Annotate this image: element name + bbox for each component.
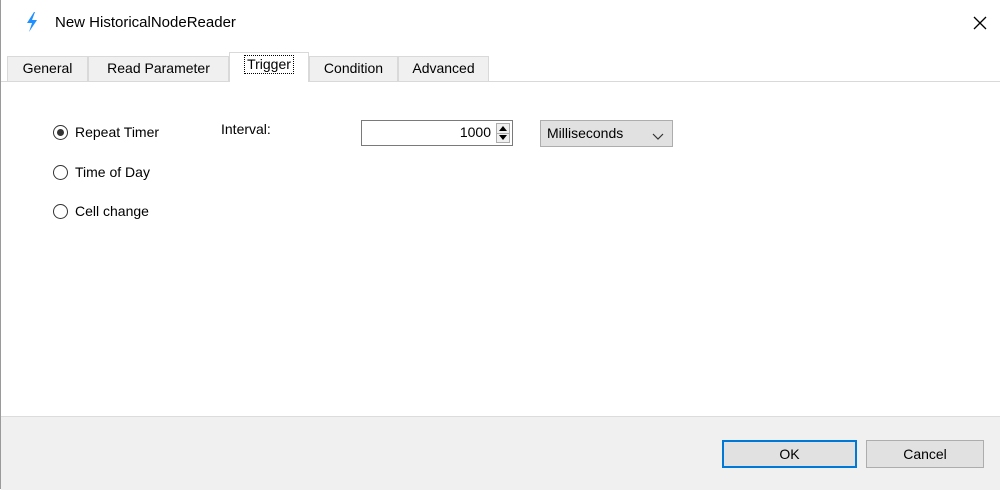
interval-label: Interval: bbox=[221, 121, 271, 137]
radio-button[interactable] bbox=[53, 164, 68, 180]
tab-condition[interactable]: Condition bbox=[309, 56, 398, 81]
tab-label: Read Parameter bbox=[107, 60, 210, 76]
window-title: New HistoricalNodeReader bbox=[55, 14, 236, 31]
chevron-down-icon bbox=[652, 128, 664, 140]
radio-time-of-day[interactable]: Time of Day bbox=[53, 162, 150, 182]
close-icon[interactable] bbox=[965, 10, 995, 36]
tab-advanced[interactable]: Advanced bbox=[398, 56, 489, 81]
tab-general[interactable]: General bbox=[7, 56, 88, 81]
interval-value[interactable]: 1000 bbox=[460, 124, 491, 140]
radio-label: Cell change bbox=[75, 203, 149, 219]
radio-button-checked[interactable] bbox=[53, 124, 68, 140]
radio-repeat-timer[interactable]: Repeat Timer bbox=[53, 122, 159, 142]
tab-label: Condition bbox=[323, 60, 384, 76]
select-value: Milliseconds bbox=[547, 125, 624, 141]
tab-label: Trigger bbox=[244, 55, 294, 74]
tab-read-parameter[interactable]: Read Parameter bbox=[88, 56, 229, 81]
tab-label: Advanced bbox=[412, 60, 475, 76]
radio-label: Time of Day bbox=[75, 164, 150, 180]
lightning-icon bbox=[24, 11, 40, 33]
stepper-down-icon[interactable] bbox=[497, 133, 509, 142]
title-bar: New HistoricalNodeReader bbox=[1, 0, 1000, 46]
ok-button[interactable]: OK bbox=[722, 440, 857, 468]
radio-button[interactable] bbox=[53, 203, 68, 219]
ok-button-label: OK bbox=[779, 446, 800, 462]
interval-unit-select[interactable]: Milliseconds bbox=[540, 120, 673, 147]
tab-label: General bbox=[22, 60, 73, 76]
stepper-buttons bbox=[496, 123, 510, 143]
tab-trigger[interactable]: Trigger bbox=[229, 52, 309, 82]
radio-label: Repeat Timer bbox=[75, 124, 160, 140]
radio-cell-change[interactable]: Cell change bbox=[53, 201, 149, 221]
interval-stepper[interactable]: 1000 bbox=[361, 120, 513, 146]
cancel-button[interactable]: Cancel bbox=[866, 440, 984, 468]
cancel-button-label: Cancel bbox=[903, 446, 947, 462]
